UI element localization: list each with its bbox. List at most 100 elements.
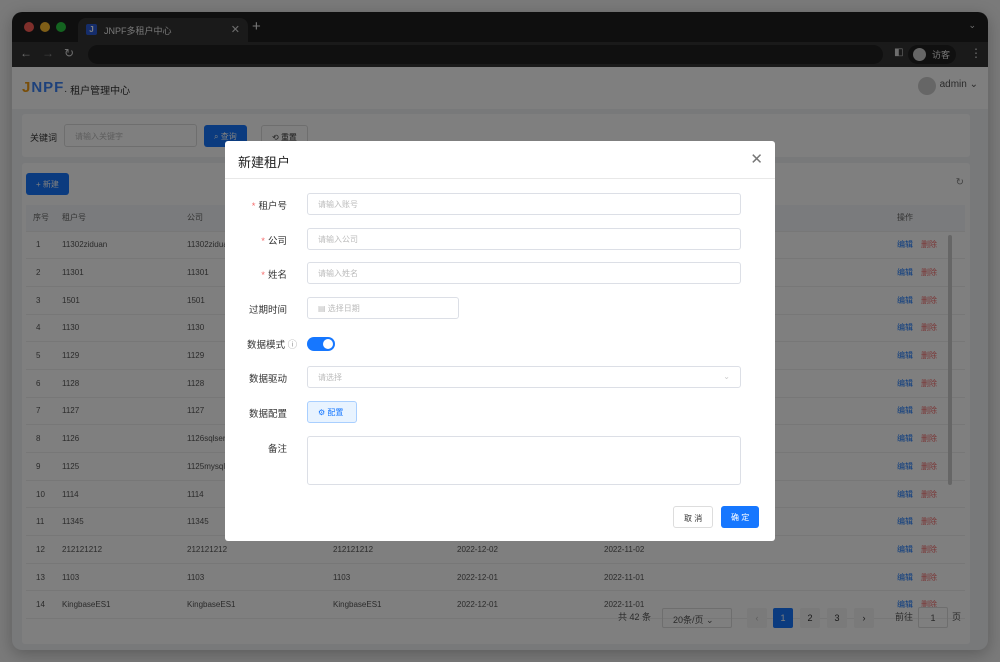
edit-link[interactable]: 编辑	[897, 434, 913, 443]
scrollbar[interactable]	[948, 235, 952, 485]
delete-link[interactable]: 删除	[921, 462, 937, 471]
app-title: · 租户管理中心	[64, 86, 131, 97]
minimize-window-button[interactable]	[40, 22, 50, 32]
chevron-down-icon: ⌄	[723, 372, 730, 381]
tenant-no-label: * 租户号	[251, 201, 287, 212]
ok-button[interactable]: 确 定	[721, 506, 760, 528]
delete-link[interactable]: 删除	[921, 406, 937, 415]
page-1[interactable]: 1	[773, 608, 793, 628]
delete-link[interactable]: 删除	[921, 240, 937, 249]
table-cell: 1114	[55, 480, 180, 509]
total-count: 共 42 条	[618, 612, 652, 622]
cancel-button[interactable]: 取 消	[673, 506, 714, 528]
profile-button[interactable]: 访客	[908, 45, 957, 64]
select-placeholder: 请选择	[318, 373, 342, 382]
divider	[225, 178, 775, 179]
data-mode-label: 数据模式 ⓘ	[247, 340, 298, 351]
app-header: JNPF · 租户管理中心 admin ⌄	[12, 67, 988, 109]
table-cell: 2022-11-01	[597, 563, 742, 592]
table-cell: 1129	[55, 341, 180, 370]
table-cell: 212121212	[55, 535, 180, 564]
logo: JNPF	[22, 79, 65, 96]
edit-link[interactable]: 编辑	[897, 517, 913, 526]
prev-page-button[interactable]: ‹	[747, 608, 767, 628]
tenant-no-input[interactable]: 请输入账号	[307, 193, 741, 215]
table-cell: 2	[26, 258, 55, 287]
edit-link[interactable]: 编辑	[897, 240, 913, 249]
table-cell: 7	[26, 397, 55, 426]
data-mode-toggle[interactable]	[307, 337, 335, 351]
page-3[interactable]: 3	[827, 608, 847, 628]
keyword-input[interactable]: 请输入关键字	[64, 124, 197, 147]
name-input[interactable]: 请输入姓名	[307, 262, 741, 284]
edit-link[interactable]: 编辑	[897, 573, 913, 582]
address-bar[interactable]	[88, 45, 883, 64]
data-config-label: 数据配置	[248, 409, 287, 420]
close-window-button[interactable]	[24, 22, 34, 32]
delete-link[interactable]: 删除	[921, 573, 937, 582]
data-driver-select[interactable]: 请选择 ⌄	[307, 366, 741, 388]
info-icon: ⓘ	[287, 340, 298, 351]
new-button[interactable]: + 新建	[26, 173, 69, 195]
delete-link[interactable]: 删除	[921, 490, 937, 499]
actions-cell: 编辑 删除	[890, 424, 965, 453]
edit-link[interactable]: 编辑	[897, 600, 913, 609]
tab-title: JNPF多租户中心	[104, 26, 172, 36]
maximize-window-button[interactable]	[56, 22, 66, 32]
edit-link[interactable]: 编辑	[897, 406, 913, 415]
page-size-select[interactable]: 20条/页 ⌄	[662, 608, 732, 628]
expire-date-picker[interactable]: ▤ 选择日期	[307, 297, 459, 319]
edit-link[interactable]: 编辑	[897, 545, 913, 554]
table-cell	[742, 563, 890, 592]
browser-tab[interactable]: J JNPF多租户中心 ✕	[78, 18, 248, 42]
delete-link[interactable]: 删除	[921, 379, 937, 388]
menu-icon[interactable]: ⋮	[970, 46, 982, 60]
forward-icon[interactable]: →	[42, 46, 54, 60]
reload-icon[interactable]: ↻	[64, 46, 74, 60]
delete-link[interactable]: 删除	[921, 434, 937, 443]
tab-list-chevron-icon[interactable]: ⌄	[968, 20, 976, 31]
tab-bar: J JNPF多租户中心 ✕ + ⌄	[12, 12, 988, 42]
table-cell: 14	[26, 590, 55, 620]
new-tenant-dialog: 新建租户 ✕ * 租户号 请输入账号 * 公司 请输入公司 * 姓名 请输入姓名 过期…	[225, 141, 775, 541]
edit-link[interactable]: 编辑	[897, 268, 913, 277]
edit-link[interactable]: 编辑	[897, 379, 913, 388]
delete-link[interactable]: 删除	[921, 323, 937, 332]
profile-label: 访客	[932, 50, 951, 60]
delete-link[interactable]: 删除	[921, 517, 937, 526]
table-cell: 4	[26, 314, 55, 343]
config-button[interactable]: ⚙ 配置	[307, 401, 357, 423]
table-cell: 1103	[55, 563, 180, 592]
remark-textarea[interactable]	[307, 436, 741, 485]
refresh-icon[interactable]: ↻	[956, 177, 964, 188]
table-cell: 11302ziduan	[55, 231, 180, 260]
page-2[interactable]: 2	[800, 608, 820, 628]
edit-link[interactable]: 编辑	[897, 490, 913, 499]
edit-link[interactable]: 编辑	[897, 462, 913, 471]
next-page-button[interactable]: ›	[854, 608, 874, 628]
back-icon[interactable]: ←	[20, 46, 32, 60]
goto-input[interactable]: 1	[918, 607, 948, 628]
close-icon[interactable]: ✕	[750, 150, 763, 168]
actions-cell: 编辑 删除	[890, 535, 965, 564]
side-panel-icon[interactable]: ◧	[894, 47, 903, 58]
new-tab-icon[interactable]: +	[252, 18, 261, 35]
table-cell: 1103	[180, 563, 326, 592]
dialog-title: 新建租户	[238, 155, 291, 170]
config-label: 配置	[327, 408, 344, 417]
delete-link[interactable]: 删除	[921, 268, 937, 277]
delete-link[interactable]: 删除	[921, 351, 937, 360]
delete-link[interactable]: 删除	[921, 545, 937, 554]
edit-link[interactable]: 编辑	[897, 323, 913, 332]
company-input[interactable]: 请输入公司	[307, 228, 741, 250]
user-menu[interactable]: admin ⌄	[917, 77, 978, 95]
table-cell: 13	[26, 563, 55, 592]
name-label: * 姓名	[261, 270, 287, 281]
table-cell: 2022-12-01	[450, 563, 597, 592]
actions-cell: 编辑 删除	[890, 507, 965, 537]
delete-link[interactable]: 删除	[921, 296, 937, 305]
close-tab-icon[interactable]: ✕	[231, 23, 240, 36]
keyword-label: 关键词	[30, 133, 58, 143]
edit-link[interactable]: 编辑	[897, 296, 913, 305]
edit-link[interactable]: 编辑	[897, 351, 913, 360]
